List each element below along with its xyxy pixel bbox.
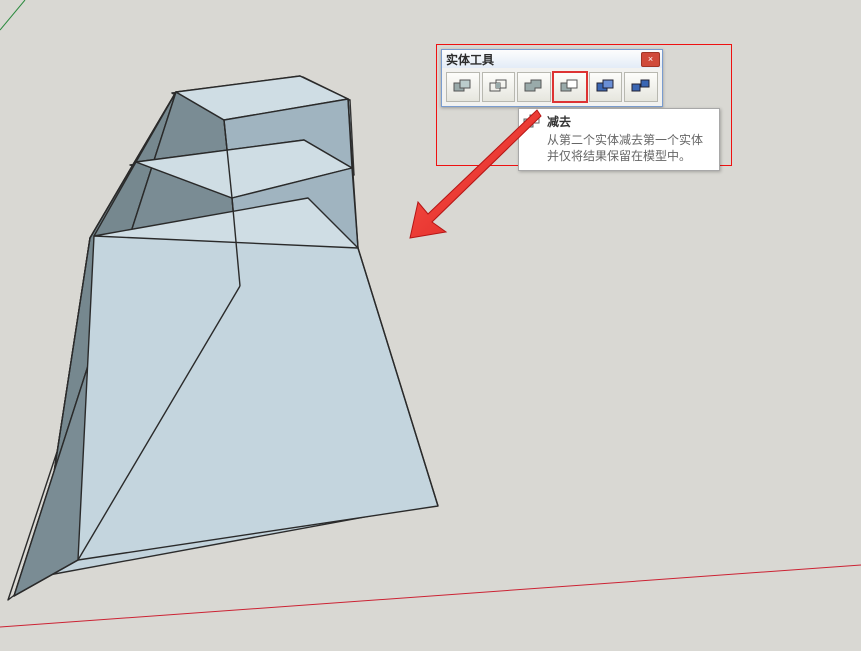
trim-icon [595, 78, 617, 96]
tool-union-button[interactable] [517, 72, 551, 102]
subtract-icon [523, 113, 541, 131]
tool-tooltip: 减去 从第二个实体减去第一个实体并仅将结果保留在模型中。 [518, 108, 720, 171]
subtract-icon [559, 78, 581, 96]
tool-trim-button[interactable] [589, 72, 623, 102]
tool-intersect-button[interactable] [482, 72, 516, 102]
tool-subtract-button[interactable] [553, 72, 587, 102]
toolbar-close-button[interactable]: × [641, 52, 660, 67]
intersect-icon [488, 78, 510, 96]
tooltip-description: 从第二个实体减去第一个实体并仅将结果保留在模型中。 [547, 132, 713, 164]
viewport-3d[interactable]: 实体工具 × [0, 0, 861, 651]
outer-shell-icon [452, 78, 474, 96]
toolbar-title: 实体工具 [446, 51, 494, 68]
split-icon [630, 78, 652, 96]
tool-split-button[interactable] [624, 72, 658, 102]
tooltip-title: 减去 [547, 113, 713, 130]
toolbar-titlebar[interactable]: 实体工具 × [442, 50, 662, 68]
tool-outer-shell-button[interactable] [446, 72, 480, 102]
close-icon: × [648, 55, 653, 64]
solid-tools-toolbar[interactable]: 实体工具 × [441, 49, 663, 107]
toolbar-body [442, 68, 662, 106]
union-icon [523, 78, 545, 96]
